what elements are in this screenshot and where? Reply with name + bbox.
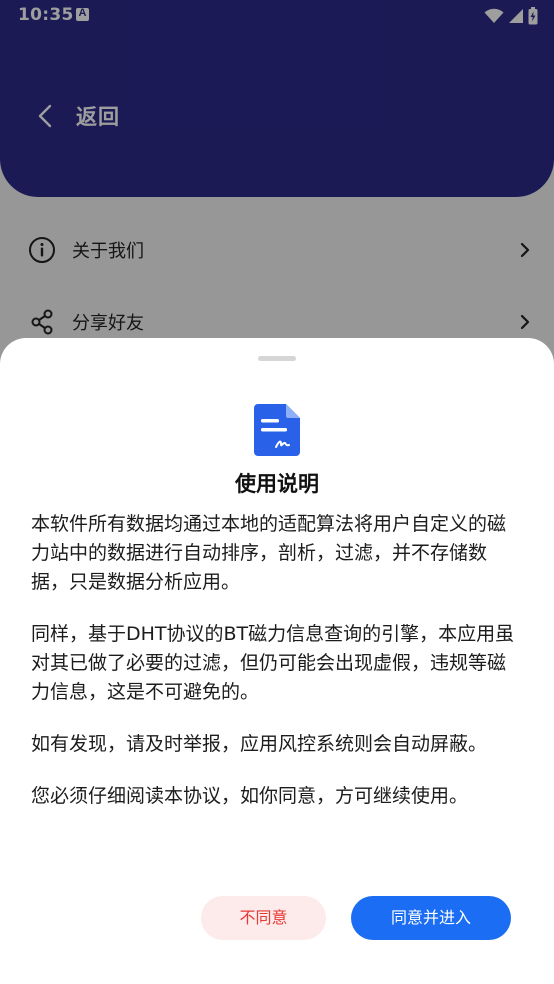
- sheet-drag-handle[interactable]: [258, 356, 296, 361]
- agreement-paragraph: 同样，基于DHT协议的BT磁力信息查询的引擎，本应用虽对其已做了必要的过滤，但仍…: [31, 623, 515, 703]
- agreement-text: 本软件所有数据均通过本地的适配算法将用户自定义的磁力站中的数据进行自动排序，剖析…: [31, 510, 523, 834]
- disagree-button[interactable]: 不同意: [201, 896, 326, 940]
- document-signature-icon: [254, 404, 300, 456]
- agreement-paragraph: 您必须仔细阅读本协议，如你同意，方可继续使用。: [31, 785, 469, 807]
- agreement-paragraph: 如有发现，请及时举报，应用风控系统则会自动屏蔽。: [31, 733, 488, 755]
- sheet-title: 使用说明: [235, 472, 319, 496]
- agreement-paragraph: 本软件所有数据均通过本地的适配算法将用户自定义的磁力站中的数据进行自动排序，剖析…: [31, 513, 507, 593]
- usage-agreement-sheet: 使用说明 本软件所有数据均通过本地的适配算法将用户自定义的磁力站中的数据进行自动…: [0, 338, 554, 984]
- agree-enter-button[interactable]: 同意并进入: [351, 896, 511, 940]
